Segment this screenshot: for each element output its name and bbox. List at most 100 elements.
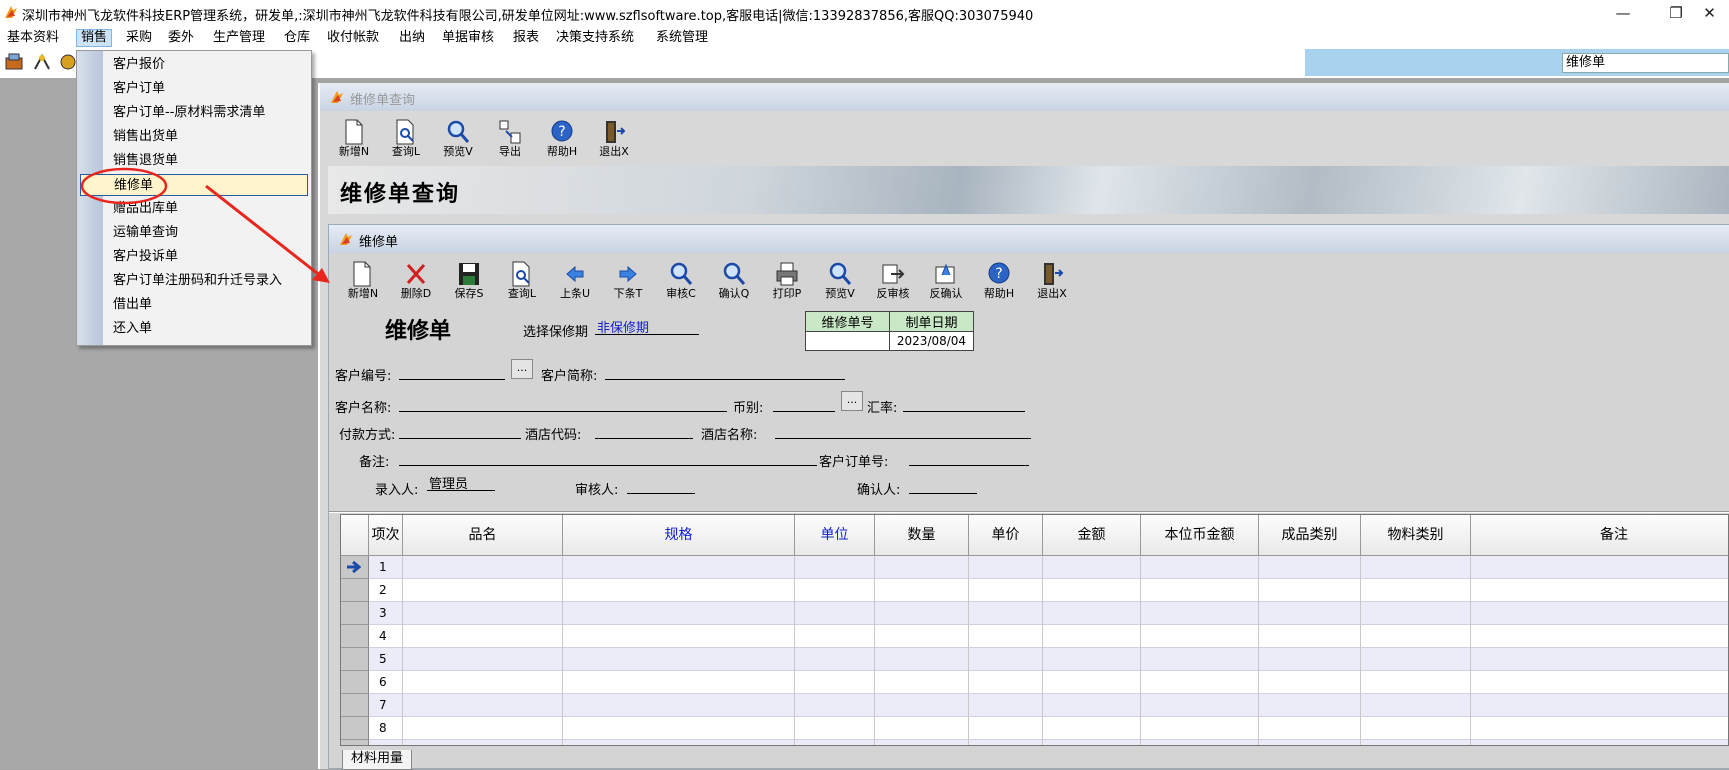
menu-production[interactable]: 生产管理 <box>209 29 269 47</box>
grid-header-3[interactable]: 规格 <box>563 515 795 556</box>
auditor-field[interactable] <box>627 476 695 494</box>
menu-payments[interactable]: 收付帐款 <box>323 29 383 47</box>
row-indicator[interactable] <box>341 602 369 625</box>
query-export-button[interactable]: 导出 <box>486 115 534 165</box>
payment-field[interactable] <box>399 421 521 439</box>
quick-tool-3-icon[interactable] <box>58 52 78 72</box>
dropdown-item-2[interactable]: 客户订单 <box>113 78 308 100</box>
menu-outsourcing[interactable]: 委外 <box>164 29 198 47</box>
table-row[interactable]: 4 <box>341 625 1728 648</box>
grid-cell[interactable] <box>969 694 1043 717</box>
grid-cell[interactable] <box>1259 717 1361 740</box>
material-usage-tab[interactable]: 材料用量 <box>342 750 412 770</box>
grid-cell[interactable] <box>1043 694 1141 717</box>
grid-cell[interactable] <box>795 625 875 648</box>
row-indicator[interactable] <box>341 556 369 579</box>
grid-cell[interactable] <box>1043 648 1141 671</box>
grid-cell[interactable] <box>969 625 1043 648</box>
currency-field[interactable] <box>773 394 835 412</box>
dropdown-item-11[interactable]: 借出单 <box>113 294 308 316</box>
grid-cell[interactable] <box>563 648 795 671</box>
row-indicator[interactable] <box>341 579 369 602</box>
grid-cell[interactable] <box>563 556 795 579</box>
dropdown-item-1[interactable]: 客户报价 <box>113 54 308 76</box>
close-button[interactable]: ✕ <box>1690 0 1729 27</box>
order-date-value[interactable]: 2023/08/04 <box>889 331 974 351</box>
grid-cell[interactable] <box>1471 694 1728 717</box>
customer-no-lookup-button[interactable]: ... <box>511 359 533 379</box>
grid-cell[interactable] <box>1471 717 1728 740</box>
grid-cell[interactable] <box>1259 694 1361 717</box>
query-search-button[interactable]: 查询L <box>382 115 430 165</box>
grid-cell[interactable] <box>969 671 1043 694</box>
grid-cell[interactable] <box>1141 579 1259 602</box>
grid-cell[interactable] <box>403 625 563 648</box>
customer-no-field[interactable] <box>399 362 505 380</box>
grid-cell[interactable] <box>1361 717 1471 740</box>
grid-cell[interactable] <box>1361 556 1471 579</box>
grid-header-2[interactable]: 品名 <box>403 515 563 556</box>
dropdown-item-9[interactable]: 客户投诉单 <box>113 246 308 268</box>
grid-cell[interactable] <box>1141 625 1259 648</box>
detail-toolbar-button-1[interactable]: 新增N <box>339 257 387 307</box>
grid-cell[interactable] <box>1141 717 1259 740</box>
grid-cell[interactable] <box>1361 740 1471 745</box>
grid-cell[interactable] <box>403 671 563 694</box>
row-indicator[interactable] <box>341 740 369 745</box>
grid-cell[interactable] <box>403 717 563 740</box>
hotel-name-field[interactable] <box>775 421 1031 439</box>
grid-cell[interactable] <box>969 740 1043 745</box>
grid-cell[interactable] <box>1259 740 1361 745</box>
dropdown-item-10[interactable]: 客户订单注册码和升迁号录入 <box>113 270 308 292</box>
dropdown-item-3[interactable]: 客户订单--原材料需求清单 <box>113 102 308 124</box>
grid-cell[interactable] <box>969 602 1043 625</box>
remark-field[interactable] <box>399 448 817 466</box>
query-exit-button[interactable]: 退出X <box>590 115 638 165</box>
menu-decision-support[interactable]: 决策支持系统 <box>552 29 638 47</box>
grid-cell[interactable] <box>1361 579 1471 602</box>
grid-cell[interactable] <box>969 717 1043 740</box>
grid-cell[interactable] <box>563 625 795 648</box>
grid-header-11[interactable]: 备注 <box>1471 515 1728 556</box>
confirmer-field[interactable] <box>909 476 977 494</box>
entered-by-field[interactable]: 管理员 <box>427 473 495 492</box>
grid-cell[interactable] <box>1043 625 1141 648</box>
grid-header-6[interactable]: 单价 <box>969 515 1043 556</box>
grid-header-1[interactable]: 项次 <box>369 515 403 556</box>
grid-cell[interactable] <box>403 694 563 717</box>
row-indicator[interactable] <box>341 694 369 717</box>
dropdown-item-4[interactable]: 销售出货单 <box>113 126 308 148</box>
menu-system[interactable]: 系统管理 <box>652 29 712 47</box>
grid-cell[interactable] <box>1043 671 1141 694</box>
grid-cell[interactable] <box>1259 579 1361 602</box>
grid-header-10[interactable]: 物料类别 <box>1361 515 1471 556</box>
grid-header-8[interactable]: 本位币金额 <box>1141 515 1259 556</box>
grid-header-4[interactable]: 单位 <box>795 515 875 556</box>
row-indicator[interactable] <box>341 648 369 671</box>
menu-cashier[interactable]: 出纳 <box>395 29 429 47</box>
grid-cell[interactable] <box>795 556 875 579</box>
grid-cell[interactable] <box>1043 602 1141 625</box>
currency-lookup-button[interactable]: ... <box>841 391 863 411</box>
table-row[interactable]: 5 <box>341 648 1728 671</box>
grid-cell[interactable] <box>1043 579 1141 602</box>
query-help-button[interactable]: ? 帮助H <box>538 115 586 165</box>
table-row[interactable]: 9 <box>341 740 1728 745</box>
grid-cell[interactable] <box>403 579 563 602</box>
grid-cell[interactable] <box>875 694 969 717</box>
query-new-button[interactable]: 新增N <box>330 115 378 165</box>
row-indicator[interactable] <box>341 625 369 648</box>
table-row[interactable]: 3 <box>341 602 1728 625</box>
grid-cell[interactable] <box>875 602 969 625</box>
current-form-field[interactable]: 维修单 <box>1562 53 1729 73</box>
grid-cell[interactable] <box>1141 602 1259 625</box>
grid-cell[interactable] <box>1259 671 1361 694</box>
table-row[interactable]: 7 <box>341 694 1728 717</box>
grid-cell[interactable] <box>875 579 969 602</box>
grid-cell[interactable] <box>875 740 969 745</box>
warranty-select[interactable]: 非保修期 <box>595 317 699 336</box>
menu-purchase[interactable]: 采购 <box>122 29 156 47</box>
grid-cell[interactable] <box>563 717 795 740</box>
detail-toolbar-button-7[interactable]: 审核C <box>657 257 705 307</box>
quick-tool-1-icon[interactable] <box>4 52 24 72</box>
